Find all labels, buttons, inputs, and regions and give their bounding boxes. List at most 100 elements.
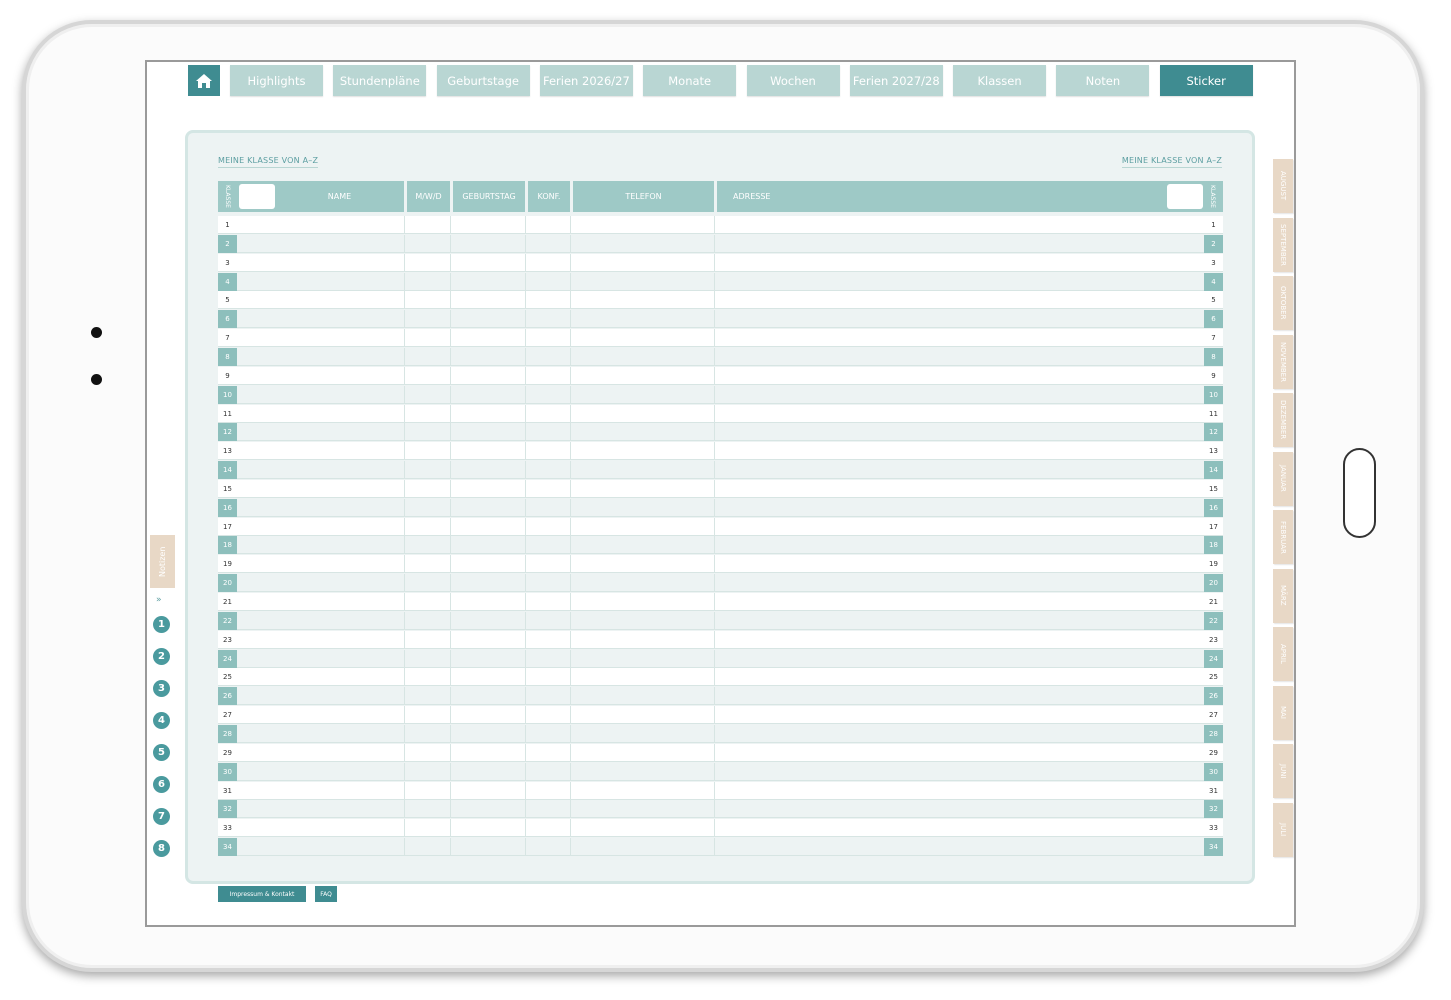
month-tab-juni[interactable]: JUNI — [1273, 744, 1293, 798]
row-number-right: 5 — [1211, 296, 1216, 305]
table-row[interactable]: 32 32 — [218, 800, 1223, 819]
row-number-right: 2 — [1204, 234, 1223, 253]
row-number-left: 19 — [223, 560, 232, 569]
double-chevron-down-icon[interactable]: » — [156, 595, 162, 605]
table-row[interactable]: 10 10 — [218, 385, 1223, 404]
table-row[interactable]: 13 13 — [218, 442, 1223, 461]
table-row[interactable]: 11 11 — [218, 404, 1223, 423]
table-row[interactable]: 21 21 — [218, 593, 1223, 611]
table-row[interactable]: 23 23 — [218, 630, 1223, 649]
klasse-input-right[interactable] — [1167, 184, 1203, 209]
table-row[interactable]: 16 16 — [218, 498, 1223, 517]
faq-button[interactable]: FAQ — [315, 886, 337, 902]
table-row[interactable]: 55 — [218, 291, 1223, 310]
table-row[interactable]: 12 12 — [218, 423, 1223, 442]
table-row[interactable]: 31 31 — [218, 781, 1223, 800]
nav-tab-sticker[interactable]: Sticker — [1159, 65, 1253, 96]
table-row[interactable]: 25 25 — [218, 668, 1223, 687]
notizen-tab[interactable]: Notizen — [150, 535, 175, 588]
hardware-home-button[interactable] — [1343, 448, 1376, 538]
table-row[interactable]: 22 22 — [218, 611, 1223, 630]
table-row[interactable]: 20 20 — [218, 574, 1223, 593]
cell-separator — [525, 385, 526, 404]
nav-tab-highlights[interactable]: Highlights — [230, 65, 323, 96]
sidebar-number-4[interactable]: 4 — [153, 712, 170, 729]
sidebar-number-5[interactable]: 5 — [153, 744, 170, 761]
table-row[interactable]: 88 — [218, 347, 1223, 366]
cell-separator — [404, 762, 405, 781]
sidebar-number-7[interactable]: 7 — [153, 808, 170, 825]
table-row[interactable]: 99 — [218, 366, 1223, 385]
table-row[interactable]: 33 33 — [218, 819, 1223, 838]
table-row[interactable]: 30 30 — [218, 762, 1223, 781]
nav-home-button[interactable] — [188, 65, 220, 96]
month-tab-dezember[interactable]: DEZEMBER — [1273, 393, 1293, 447]
impressum-button[interactable]: Impressum & Kontakt — [218, 886, 306, 902]
row-number-right: 30 — [1204, 762, 1223, 781]
cell-separator — [714, 442, 715, 461]
row-number-left: 28 — [218, 724, 237, 743]
table-row[interactable]: 33 — [218, 253, 1223, 272]
cell-separator — [450, 838, 451, 857]
month-tab-november[interactable]: NOVEMBER — [1273, 334, 1293, 389]
cell-separator — [570, 272, 571, 291]
nav-tab-monate[interactable]: Monate — [643, 65, 737, 96]
row-number-right: 11 — [1209, 409, 1218, 418]
month-tab-juli[interactable]: JULI — [1273, 802, 1293, 857]
month-tab-januar[interactable]: JANUAR — [1273, 451, 1293, 506]
cell-separator — [714, 762, 715, 781]
table-row[interactable]: 44 — [218, 272, 1223, 291]
cell-separator — [525, 216, 526, 234]
table-row[interactable]: 19 19 — [218, 555, 1223, 574]
nav-tab-geburtstage[interactable]: Geburtstage — [436, 65, 530, 96]
cell-separator — [714, 800, 715, 819]
nav-tab-noten[interactable]: Noten — [1056, 65, 1150, 96]
month-tab-april[interactable]: APRIL — [1273, 627, 1293, 681]
table-row[interactable]: 26 26 — [218, 687, 1223, 706]
cell-separator — [404, 385, 405, 404]
nav-tab-stundenpläne[interactable]: Stundenpläne — [333, 65, 427, 96]
row-number-left: 7 — [225, 334, 230, 343]
row-number-left: 13 — [223, 447, 232, 456]
table-row[interactable]: 77 — [218, 329, 1223, 348]
cell-separator — [525, 838, 526, 857]
row-number-left: 25 — [223, 673, 232, 682]
sidebar-number-3[interactable]: 3 — [153, 680, 170, 697]
nav-tab-ferien-2027-28[interactable]: Ferien 2027/28 — [849, 65, 943, 96]
sidebar-number-8[interactable]: 8 — [153, 840, 170, 857]
table-row[interactable]: 34 34 — [218, 838, 1223, 857]
cell-separator — [450, 479, 451, 498]
table-row[interactable]: 17 17 — [218, 517, 1223, 536]
klasse-input-left[interactable] — [239, 184, 275, 209]
table-row[interactable]: 28 28 — [218, 724, 1223, 743]
cell-separator — [450, 819, 451, 838]
table-row[interactable]: 14 14 — [218, 461, 1223, 480]
cell-separator — [714, 366, 715, 385]
nav-tab-wochen[interactable]: Wochen — [746, 65, 840, 96]
month-tab-märz[interactable]: MÄRZ — [1273, 568, 1293, 623]
row-number-right: 13 — [1209, 447, 1218, 456]
nav-tab-ferien-2026-27[interactable]: Ferien 2026/27 — [539, 65, 633, 96]
page-title-left: MEINE KLASSE VON A–Z — [218, 156, 319, 168]
row-number-left: 16 — [218, 498, 237, 517]
month-tab-februar[interactable]: FEBRUAR — [1273, 510, 1293, 564]
table-row[interactable]: 11 — [218, 216, 1223, 234]
month-tab-mai[interactable]: MAI — [1273, 685, 1293, 740]
month-tab-august[interactable]: AUGUST — [1273, 159, 1293, 213]
table-row[interactable]: 15 15 — [218, 479, 1223, 498]
table-row[interactable]: 29 29 — [218, 743, 1223, 762]
table-row[interactable]: 22 — [218, 234, 1223, 253]
table-row[interactable]: 66 — [218, 310, 1223, 329]
table-row[interactable]: 27 27 — [218, 706, 1223, 725]
sidebar-number-1[interactable]: 1 — [153, 616, 170, 633]
sidebar-number-2[interactable]: 2 — [153, 648, 170, 665]
month-tab-september[interactable]: SEPTEMBER — [1273, 217, 1293, 272]
cell-separator — [404, 310, 405, 329]
sidebar-number-6[interactable]: 6 — [153, 776, 170, 793]
table-row[interactable]: 18 18 — [218, 536, 1223, 555]
cell-separator — [525, 536, 526, 555]
table-row[interactable]: 24 24 — [218, 649, 1223, 668]
nav-tab-klassen[interactable]: Klassen — [953, 65, 1047, 96]
month-tab-oktober[interactable]: OKTOBER — [1273, 276, 1293, 330]
table-header: KLASSE NAME M/W/D GEBURTSTAG KONF. TELEF… — [218, 181, 1223, 212]
